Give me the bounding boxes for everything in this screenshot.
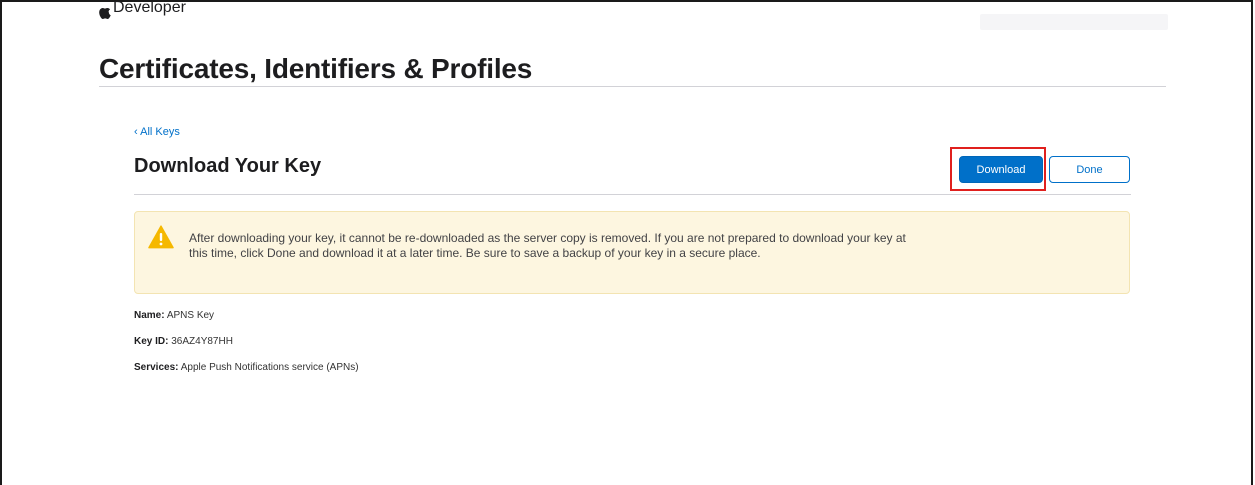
name-value: APNS Key <box>166 310 215 321</box>
apple-logo-icon[interactable] <box>98 4 111 19</box>
key-name-row: Name: APNS Key <box>134 310 214 321</box>
top-search-field[interactable] <box>980 14 1168 30</box>
key-id-row: Key ID: 36AZ4Y87HH <box>134 336 233 347</box>
key-id-label: Key ID: <box>134 336 169 347</box>
services-label: Services: <box>134 362 179 373</box>
top-navigation: Developer <box>98 0 186 21</box>
name-label: Name: <box>134 310 165 321</box>
section-title: Download Your Key <box>134 155 322 177</box>
window-frame-left <box>0 0 2 485</box>
services-value: Apple Push Notifications service (APNs) <box>180 362 359 373</box>
section-divider <box>134 194 1131 195</box>
developer-brand[interactable]: Developer <box>113 0 186 16</box>
alert-message: After downloading your key, it cannot be… <box>189 231 906 260</box>
title-divider <box>99 86 1166 87</box>
warning-icon <box>148 225 174 249</box>
services-row: Services: Apple Push Notifications servi… <box>134 362 359 373</box>
warning-alert: After downloading your key, it cannot be… <box>134 211 1130 294</box>
key-id-value: 36AZ4Y87HH <box>171 336 233 347</box>
download-button[interactable]: Download <box>959 156 1043 183</box>
done-button[interactable]: Done <box>1049 156 1130 183</box>
all-keys-back-link[interactable]: ‹ All Keys <box>134 126 180 138</box>
page-title: Certificates, Identifiers & Profiles <box>99 53 533 84</box>
